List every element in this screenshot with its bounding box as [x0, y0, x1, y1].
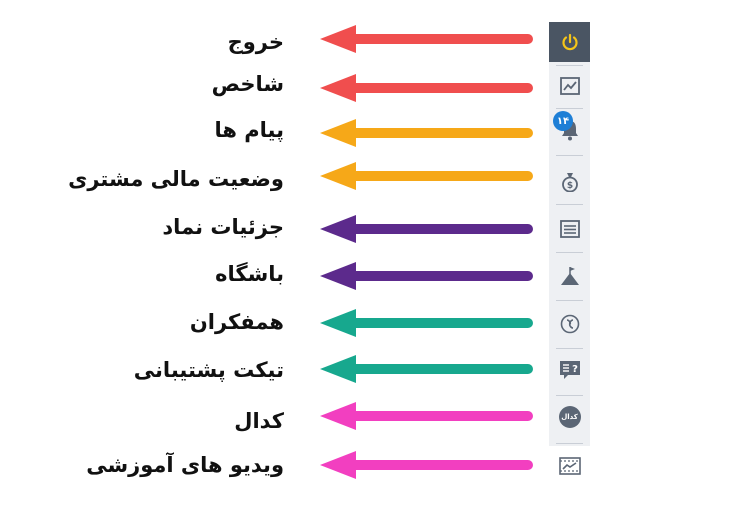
arrow-club [320, 262, 533, 290]
sidebar-divider [556, 155, 583, 156]
sidebar-divider [556, 348, 583, 349]
sidebar-item-index[interactable] [549, 66, 590, 106]
sidebar-item-training-videos[interactable] [549, 446, 590, 486]
list-icon [559, 220, 580, 238]
link-circle-icon [560, 314, 579, 334]
arrow-logout [320, 25, 533, 53]
label-codal: کدال [234, 409, 284, 433]
mountain-flag-icon [560, 267, 579, 285]
sidebar-divider [556, 108, 583, 109]
sidebar-item-support-ticket[interactable]: ? [549, 350, 590, 390]
messages-badge: ۱۴ [553, 111, 573, 131]
sidebar-divider [556, 443, 583, 444]
svg-text:$: $ [566, 181, 572, 191]
label-club: باشگاه [215, 262, 284, 286]
label-index: شاخص [211, 72, 284, 96]
arrow-peers [320, 309, 533, 337]
label-financial-status: وضعیت مالی مشتری [68, 167, 284, 191]
sidebar-item-codal[interactable]: کدال [549, 397, 590, 437]
arrow-messages [320, 119, 533, 147]
label-logout: خروج [227, 30, 284, 54]
money-bag-icon: $ [561, 173, 578, 192]
label-training-videos: ویدیو های آموزشی [86, 453, 284, 477]
arrow-codal [320, 402, 533, 430]
label-support-ticket: تیکت پشتیبانی [133, 358, 284, 382]
sidebar-item-peers[interactable] [549, 304, 590, 344]
sidebar-item-logout[interactable] [549, 22, 590, 62]
arrow-symbol-details [320, 215, 533, 243]
label-peers: همفکران [189, 310, 284, 334]
ticket-question-icon: ? [559, 361, 580, 379]
sidebar-divider [556, 252, 583, 253]
arrow-financial-status [320, 162, 533, 190]
sidebar-divider [556, 395, 583, 396]
label-symbol-details: جزئیات نماد [162, 215, 284, 239]
arrow-training-videos [320, 451, 533, 479]
sidebar-item-club[interactable] [549, 256, 590, 296]
sidebar-divider [556, 204, 583, 205]
sidebar-item-symbol-details[interactable] [549, 209, 590, 249]
power-icon [561, 33, 578, 51]
chart-line-icon [559, 77, 580, 95]
arrow-index [320, 74, 533, 102]
label-messages: پیام ها [214, 118, 285, 142]
sidebar-divider [556, 300, 583, 301]
arrow-support-ticket [320, 355, 533, 383]
video-icon [558, 457, 581, 475]
codal-icon: کدال [558, 406, 581, 428]
sidebar-item-financial-status[interactable]: $ [549, 162, 590, 202]
svg-text:?: ? [572, 364, 578, 375]
